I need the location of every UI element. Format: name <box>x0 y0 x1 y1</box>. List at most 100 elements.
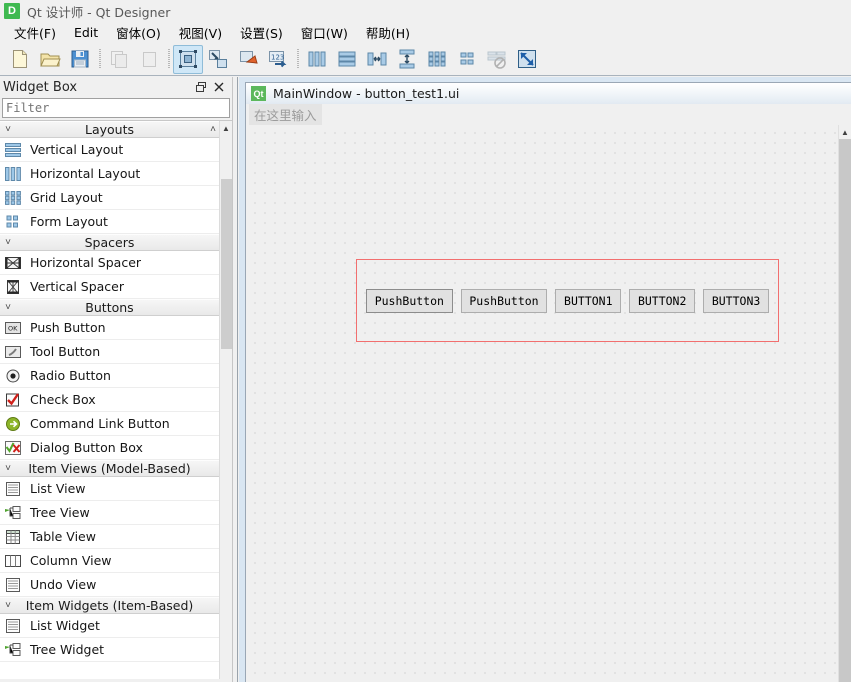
menu-window[interactable]: 窗口(W) <box>292 21 357 44</box>
table-view-icon <box>2 527 24 547</box>
qt-icon: Qt <box>251 86 266 101</box>
menu-form[interactable]: 窗体(O) <box>107 21 170 44</box>
widget-group-item-views[interactable]: ˅ Item Views (Model-Based) <box>0 460 219 477</box>
widget-item-undo-view[interactable]: Undo View <box>0 573 219 597</box>
edit-tab-order-button[interactable]: 123 <box>263 45 293 74</box>
layout-form-icon <box>460 52 474 65</box>
widget-box-header: Widget Box <box>0 77 232 97</box>
new-file-button[interactable] <box>5 45 35 74</box>
layout-horizontally-button[interactable] <box>302 45 332 74</box>
list-view-icon <box>2 479 24 499</box>
menu-help[interactable]: 帮助(H) <box>357 21 419 44</box>
widget-item-dialog-button-box[interactable]: Dialog Button Box <box>0 436 219 460</box>
widget-item-radio-button[interactable]: Radio Button <box>0 364 219 388</box>
widget-item-grid-layout[interactable]: Grid Layout <box>0 186 219 210</box>
scrollbar-thumb[interactable] <box>221 179 232 349</box>
svg-text:OK: OK <box>8 324 18 332</box>
open-file-button[interactable] <box>35 45 65 74</box>
widget-item-tool-button[interactable]: Tool Button <box>0 340 219 364</box>
layout-splitter-horizontal-button[interactable] <box>362 45 392 74</box>
layout-vertically-button[interactable] <box>332 45 362 74</box>
scrollbar-track[interactable] <box>839 139 851 682</box>
tree-view-icon <box>2 503 24 523</box>
scroll-up-icon[interactable]: ▲ <box>220 121 232 135</box>
mdi-area: Qt MainWindow - button_test1.ui 在这里输入 Pu… <box>239 77 851 682</box>
form-button-button2[interactable]: BUTTON2 <box>629 288 696 313</box>
menu-file[interactable]: 文件(F) <box>5 21 65 44</box>
widget-item-label: Tree View <box>30 505 90 520</box>
widget-item-table-view[interactable]: Table View <box>0 525 219 549</box>
dock-splitter[interactable] <box>232 77 238 682</box>
widget-group-layouts[interactable]: ˅ Layouts ˄ <box>0 121 219 138</box>
widget-group-label: Spacers <box>84 235 135 250</box>
form-window-titlebar[interactable]: Qt MainWindow - button_test1.ui <box>246 83 851 104</box>
widget-item-push-button[interactable]: OK Push Button <box>0 316 219 340</box>
widget-item-vertical-layout[interactable]: Vertical Layout <box>0 138 219 162</box>
chevron-down-icon: ˅ <box>5 236 11 248</box>
save-disk-icon <box>71 50 89 68</box>
scroll-up-icon[interactable]: ▲ <box>839 125 851 139</box>
edit-widgets-button[interactable] <box>173 44 203 74</box>
widget-group-buttons[interactable]: ˅ Buttons <box>0 299 219 316</box>
form-menu-placeholder[interactable]: 在这里输入 <box>249 104 322 126</box>
scrollbar-track[interactable] <box>220 135 232 679</box>
form-button-pushbutton-1[interactable]: PushButton <box>366 288 453 313</box>
widget-item-command-link-button[interactable]: Command Link Button <box>0 412 219 436</box>
form-layout-icon <box>2 212 24 232</box>
widget-group-spacers[interactable]: ˅ Spacers <box>0 234 219 251</box>
widget-item-list-widget[interactable]: List Widget <box>0 614 219 638</box>
adjust-size-button[interactable] <box>512 45 542 74</box>
widget-item-form-layout[interactable]: Form Layout <box>0 210 219 234</box>
filter-input[interactable] <box>2 98 230 118</box>
widget-group-item-widgets[interactable]: ˅ Item Widgets (Item-Based) <box>0 597 219 614</box>
copy-button[interactable] <box>104 45 134 74</box>
widget-item-check-box[interactable]: Check Box <box>0 388 219 412</box>
check-box-icon <box>2 390 24 410</box>
form-menubar[interactable]: 在这里输入 <box>246 104 851 126</box>
widget-item-horizontal-layout[interactable]: Horizontal Layout <box>0 162 219 186</box>
form-button-button3[interactable]: BUTTON3 <box>703 288 770 313</box>
form-vertical-scrollbar[interactable]: ▲ <box>838 125 851 682</box>
title-bar: D Qt 设计师 - Qt Designer <box>0 0 851 22</box>
layout-horizontal-icon <box>308 51 326 67</box>
widget-item-list-view[interactable]: List View <box>0 477 219 501</box>
widget-item-vertical-spacer[interactable]: Vertical Spacer <box>0 275 219 299</box>
widget-item-horizontal-spacer[interactable]: Horizontal Spacer <box>0 251 219 275</box>
widget-item-column-view[interactable]: Column View <box>0 549 219 573</box>
layout-grid-button[interactable] <box>422 45 452 74</box>
copy-icon <box>111 51 127 68</box>
menu-edit[interactable]: Edit <box>65 23 107 42</box>
chevron-down-icon: ˅ <box>5 301 11 313</box>
form-root: 在这里输入 PushButton PushButton BUTTON1 BUTT… <box>246 104 851 682</box>
command-link-button-icon <box>2 414 24 434</box>
break-layout-button[interactable] <box>482 45 512 74</box>
layout-form-button[interactable] <box>452 45 482 74</box>
chevron-up-icon: ˄ <box>210 124 216 135</box>
widget-box-dock: Widget Box ˅ Layouts <box>0 77 232 682</box>
chevron-down-icon: ˅ <box>5 599 11 611</box>
form-canvas[interactable]: PushButton PushButton BUTTON1 BUTTON2 BU… <box>246 125 838 682</box>
save-file-button[interactable] <box>65 45 95 74</box>
open-folder-icon <box>40 53 61 67</box>
vertical-spacer-icon <box>2 277 24 297</box>
edit-signals-slots-button[interactable] <box>203 45 233 74</box>
toolbar-separator <box>164 48 173 70</box>
widget-item-tree-widget[interactable]: Tree Widget <box>0 638 219 662</box>
float-icon[interactable] <box>192 79 210 95</box>
form-button-button1[interactable]: BUTTON1 <box>555 288 622 313</box>
close-icon[interactable] <box>210 79 228 95</box>
widget-item-label: Horizontal Spacer <box>30 255 142 270</box>
form-button-pushbutton-2[interactable]: PushButton <box>460 288 548 313</box>
menu-view[interactable]: 视图(V) <box>170 21 231 44</box>
widget-item-label: Undo View <box>30 577 97 592</box>
paste-button[interactable] <box>134 45 164 74</box>
edit-buddies-button[interactable] <box>233 45 263 74</box>
widget-item-tree-view[interactable]: Tree View <box>0 501 219 525</box>
widget-item-label: Grid Layout <box>30 190 103 205</box>
widget-box-scrollbar[interactable]: ▲ <box>219 121 232 679</box>
menu-settings[interactable]: 设置(S) <box>231 21 292 44</box>
widget-item-label: Push Button <box>30 320 106 335</box>
button-row-layout: PushButton PushButton BUTTON1 BUTTON2 BU… <box>357 260 778 341</box>
selection-rectangle[interactable]: PushButton PushButton BUTTON1 BUTTON2 BU… <box>356 259 779 342</box>
layout-splitter-vertical-button[interactable] <box>392 45 422 74</box>
